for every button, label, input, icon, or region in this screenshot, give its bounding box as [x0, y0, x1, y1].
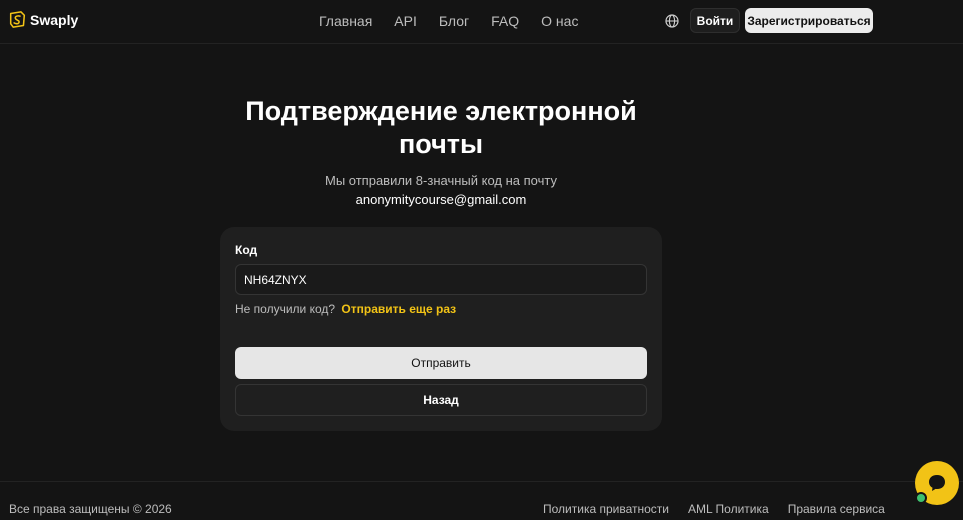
globe-icon[interactable] — [664, 13, 680, 29]
back-button[interactable]: Назад — [235, 384, 647, 416]
brand-name: Swaply — [30, 11, 79, 28]
submit-button[interactable]: Отправить — [235, 347, 647, 379]
code-label: Код — [235, 243, 258, 257]
nav-link-faq[interactable]: FAQ — [491, 13, 519, 29]
login-button[interactable]: Войти — [690, 8, 740, 33]
target-email: anonymitycourse@gmail.com — [355, 192, 527, 207]
resend-prompt: Не получили код? — [235, 302, 336, 316]
resend-code-link[interactable]: Отправить еще раз — [341, 302, 456, 316]
page-title: Подтверждение электронной почты — [245, 96, 637, 159]
chat-icon — [929, 475, 945, 491]
nav-link-blog[interactable]: Блог — [439, 13, 469, 29]
verification-card: Код Не получили код? Отправить еще раз О… — [220, 227, 662, 431]
page: Swaply Главная API Блог FAQ О нас Войти … — [0, 0, 963, 520]
nav-link-about[interactable]: О нас — [541, 13, 578, 29]
footer: Все права защищены © 2026 Политика прива… — [0, 481, 963, 520]
footer-link-terms[interactable]: Правила сервиса — [788, 502, 885, 516]
footer-links: Политика приватности AML Политика Правил… — [543, 502, 904, 516]
main-nav: Главная API Блог FAQ О нас — [319, 13, 600, 29]
register-button[interactable]: Зарегистрироваться — [745, 8, 873, 33]
swaply-logo-icon — [9, 11, 26, 28]
nav-link-home[interactable]: Главная — [319, 13, 372, 29]
resend-row: Не получили код? Отправить еще раз — [235, 302, 456, 316]
top-bar: Swaply Главная API Блог FAQ О нас Войти … — [0, 0, 963, 44]
brand-logo[interactable]: Swaply — [9, 11, 78, 28]
copyright-text: Все права защищены © 2026 — [9, 502, 172, 516]
online-status-dot — [915, 492, 927, 504]
nav-link-api[interactable]: API — [394, 13, 417, 29]
footer-link-aml[interactable]: AML Политика — [688, 502, 769, 516]
footer-link-privacy[interactable]: Политика приватности — [543, 502, 669, 516]
code-input[interactable] — [235, 264, 647, 295]
page-subtitle: Мы отправили 8-значный код на почту — [325, 173, 557, 188]
